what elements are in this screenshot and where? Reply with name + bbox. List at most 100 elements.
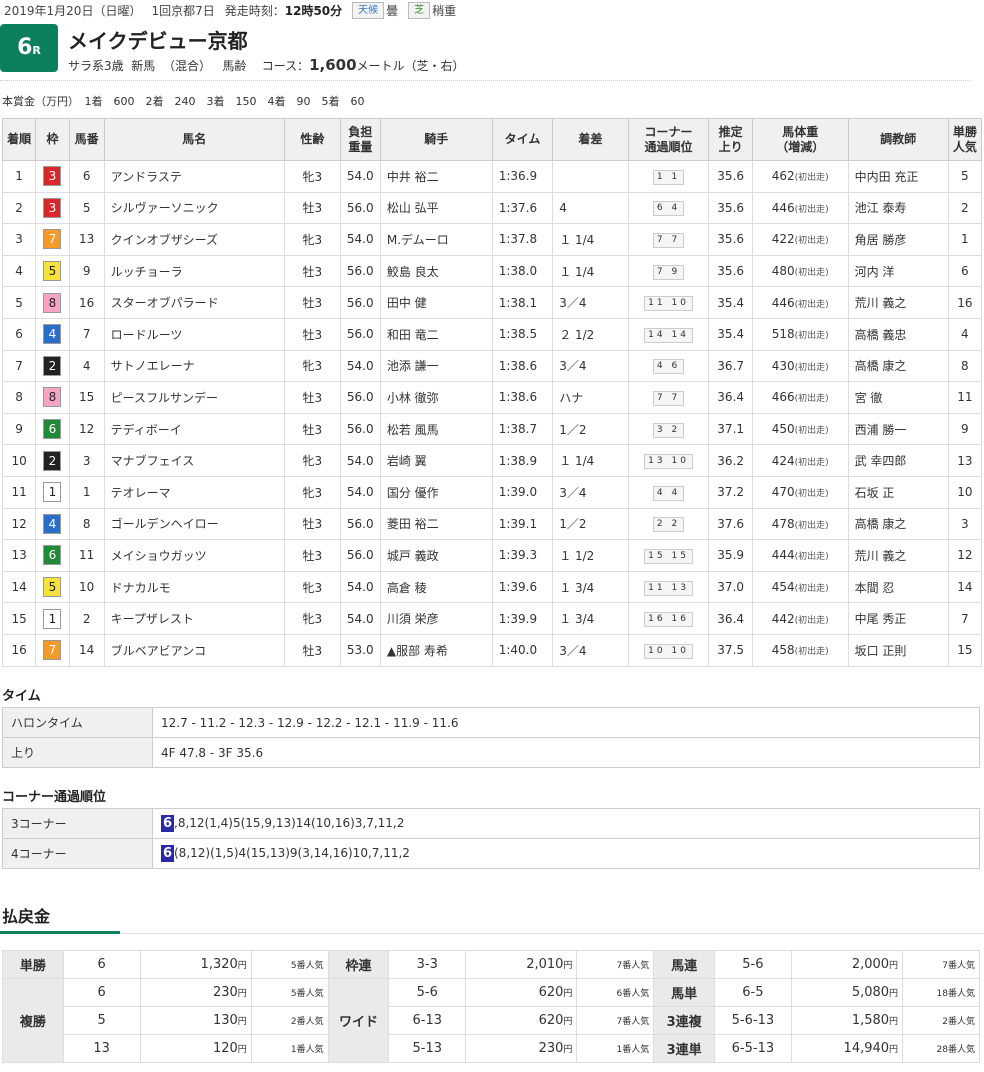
tansho-num: 6 <box>62 950 141 979</box>
body-weight-change: (初出走) <box>794 331 829 342</box>
cell-jockey[interactable]: 国分 優作 <box>379 476 493 509</box>
cell-jockey[interactable]: 中井 裕二 <box>379 160 493 193</box>
result-row: 8 8 15 ピースフルサンデー 牡3 56.0 小林 徹弥 1:38.6 ハナ 7 7 36.4 4… <box>1 381 983 414</box>
cell-wt: 54.0 <box>339 444 381 477</box>
cell-name[interactable]: ゴールデンヘイロー <box>103 508 285 541</box>
result-row: 3 7 13 クインオブザシーズ 牝3 54.0 M.デムーロ 1:37.8 １ 1/4 7 7 3… <box>1 223 983 256</box>
cell-trainer[interactable]: 中尾 秀正 <box>847 602 949 635</box>
column-header: コーナー 通過順位 <box>627 118 710 161</box>
cell-name[interactable]: ブルベアビアンコ <box>103 634 285 667</box>
cell-trainer[interactable]: 高橋 義忠 <box>847 318 949 351</box>
cell-jockey[interactable]: 菱田 裕二 <box>379 508 493 541</box>
cell-name[interactable]: クインオブザシーズ <box>103 223 285 256</box>
body-weight-change: (初出走) <box>794 204 829 215</box>
result-row: 13 6 11 メイショウガッツ 牡3 56.0 城戸 義政 1:39.3 １ 1/2 15 15… <box>1 539 983 572</box>
cell-trainer[interactable]: 本間 忍 <box>847 571 949 604</box>
cell-trainer[interactable]: 西浦 勝一 <box>847 413 949 446</box>
column-header: 負担 重量 <box>339 118 381 161</box>
cell-num: 3 <box>68 444 105 477</box>
cell-jockey[interactable]: ▲服部 寿希 <box>379 634 493 667</box>
corner-section-title: コーナー通過順位 <box>2 790 107 805</box>
cell-jockey[interactable]: 和田 竜二 <box>379 318 493 351</box>
cell-wt: 54.0 <box>339 160 381 193</box>
cell-jockey[interactable]: 高倉 稜 <box>379 571 493 604</box>
cell-name[interactable]: テディボーイ <box>103 413 285 446</box>
umaren-amount: 2,000 <box>851 957 890 972</box>
umaren-num: 5-6 <box>713 950 792 979</box>
cell-name[interactable]: メイショウガッツ <box>103 539 285 572</box>
cell-jockey[interactable]: 川須 栄彦 <box>379 602 493 635</box>
cell-name[interactable]: ルッチョーラ <box>103 255 285 288</box>
waku-badge: 7 <box>43 640 62 661</box>
cell-wt: 56.0 <box>339 286 381 319</box>
cell-trainer[interactable]: 荒川 義之 <box>847 286 949 319</box>
cell-sex: 牡3 <box>283 286 341 319</box>
cell-name[interactable]: ロードルーツ <box>103 318 285 351</box>
payout-table: 単勝 6 1,320円 5番人気 枠連 3-3 2,010円 7番人気 馬連 5… <box>2 950 980 1063</box>
cell-name[interactable]: アンドラステ <box>103 160 285 193</box>
cell-name[interactable]: サトノエレーナ <box>103 350 285 383</box>
body-weight: 462 <box>771 169 795 184</box>
yen-unit: 円 <box>237 1045 247 1055</box>
waku-badge: 1 <box>43 608 62 629</box>
cell-wt: 54.0 <box>339 223 381 256</box>
cell-trainer[interactable]: 高橋 康之 <box>847 508 949 541</box>
body-weight-change: (初出走) <box>794 426 829 437</box>
cell-trainer[interactable]: 河内 洋 <box>847 255 949 288</box>
cell-bw: 446(初出走) <box>751 192 849 225</box>
cell-name[interactable]: テオレーマ <box>103 476 285 509</box>
cell-trainer[interactable]: 武 幸四郎 <box>847 444 949 477</box>
cell-last: 35.6 <box>708 255 753 288</box>
sanrenpuku-pop: 2番人気 <box>902 1006 980 1035</box>
cell-time: 1:38.9 <box>491 444 553 477</box>
body-weight: 470 <box>771 485 795 500</box>
cell-jockey[interactable]: 松若 風馬 <box>379 413 493 446</box>
cell-jockey[interactable]: 岩崎 翼 <box>379 444 493 477</box>
wide-num: 5-6 <box>388 978 467 1007</box>
cell-name[interactable]: ピースフルサンデー <box>103 381 285 414</box>
cell-sex: 牝3 <box>283 602 341 635</box>
cell-pop: 10 <box>947 476 983 509</box>
cell-pop: 4 <box>947 318 983 351</box>
cell-name[interactable]: ドナカルモ <box>103 571 285 604</box>
cell-corner: 4 4 <box>627 476 709 509</box>
payout-row-4: 13 120円 1番人気 5-13 230円 1番人気 3連単 6-5-13 1… <box>3 1034 980 1063</box>
cell-jockey[interactable]: 松山 弘平 <box>379 192 493 225</box>
column-header: 調教師 <box>847 118 949 161</box>
cell-corner: 2 2 <box>627 508 709 541</box>
cell-trainer[interactable]: 坂口 正則 <box>847 634 949 667</box>
cell-wt: 56.0 <box>339 255 381 288</box>
cell-trainer[interactable]: 高橋 康之 <box>847 350 949 383</box>
cell-name[interactable]: キープザレスト <box>103 602 285 635</box>
cell-trainer[interactable]: 池江 泰寿 <box>847 192 949 225</box>
body-weight-change: (初出走) <box>794 173 829 184</box>
cell-time: 1:39.6 <box>491 571 553 604</box>
cell-margin: 1／2 <box>552 508 629 541</box>
cell-pos: 1 <box>1 160 36 193</box>
cell-pos: 7 <box>1 350 36 383</box>
cell-trainer[interactable]: 荒川 義之 <box>847 539 949 572</box>
cell-name[interactable]: マナブフェイス <box>103 444 285 477</box>
result-row: 6 4 7 ロードルーツ 牡3 56.0 和田 竜二 1:38.5 ２ 1/2 14 14 35.4… <box>1 318 983 351</box>
cell-jockey[interactable]: 鮫島 良太 <box>379 255 493 288</box>
cell-jockey[interactable]: 田中 健 <box>379 286 493 319</box>
cell-trainer[interactable]: 宮 徹 <box>847 381 949 414</box>
cell-jockey[interactable]: 小林 徹弥 <box>379 381 493 414</box>
cell-margin <box>552 160 629 193</box>
cell-trainer[interactable]: 角居 勝彦 <box>847 223 949 256</box>
corner-order: 4 6 <box>652 359 685 375</box>
cell-trainer[interactable]: 中内田 充正 <box>847 160 949 193</box>
cell-jockey[interactable]: 池添 謙一 <box>379 350 493 383</box>
cell-jockey[interactable]: M.デムーロ <box>379 223 493 256</box>
cell-trainer[interactable]: 石坂 正 <box>847 476 949 509</box>
cell-margin: １ 1/4 <box>552 444 629 477</box>
cell-bw: 422(初出走) <box>751 223 849 256</box>
wide-num: 5-13 <box>388 1034 467 1063</box>
cell-wt: 54.0 <box>339 602 381 635</box>
cell-name[interactable]: スターオブパラード <box>103 286 285 319</box>
sanrentan-num: 6-5-13 <box>713 1034 792 1063</box>
corner4-row: 4コーナー 6 (8,12)(1,5)4(15,13)9(3,14,16)10,7,… <box>2 838 980 869</box>
cell-name[interactable]: シルヴァーソニック <box>103 192 285 225</box>
cell-jockey[interactable]: 城戸 義政 <box>379 539 493 572</box>
waku-badge: 6 <box>43 419 62 440</box>
